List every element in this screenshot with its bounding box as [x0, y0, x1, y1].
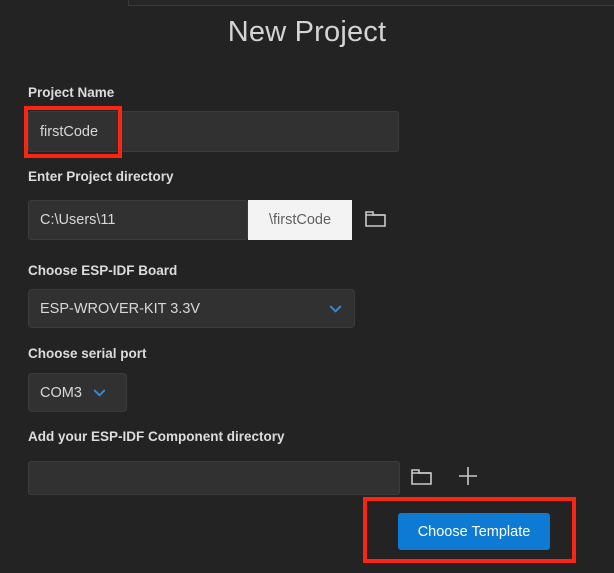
page-title: New Project [0, 16, 614, 49]
project-directory-browse-button[interactable] [363, 207, 389, 233]
component-directory-add-button[interactable] [455, 465, 481, 491]
board-label: Choose ESP-IDF Board [28, 263, 177, 278]
project-name-label: Project Name [28, 85, 114, 100]
serial-port-label: Choose serial port [28, 346, 147, 361]
folder-icon [410, 466, 434, 491]
component-directory-label: Add your ESP-IDF Component directory [28, 429, 285, 444]
serial-port-select-value: COM3 [40, 385, 82, 401]
board-select[interactable]: ESP-WROVER-KIT 3.3V [28, 289, 355, 328]
window-top-edge [128, 0, 614, 6]
plus-icon [456, 464, 480, 493]
choose-template-button[interactable]: Choose Template [398, 513, 550, 550]
serial-port-select[interactable]: COM3 [28, 373, 127, 412]
chevron-down-icon [92, 385, 107, 400]
project-directory-suffix: \firstCode [248, 200, 352, 240]
project-directory-label: Enter Project directory [28, 169, 174, 184]
component-directory-browse-button[interactable] [409, 465, 435, 491]
project-directory-input[interactable] [28, 200, 248, 240]
component-directory-input[interactable] [28, 461, 400, 495]
new-project-window: New Project Project Name Enter Project d… [0, 0, 614, 573]
board-select-value: ESP-WROVER-KIT 3.3V [40, 301, 318, 317]
folder-icon [364, 208, 388, 233]
chevron-down-icon [328, 301, 343, 316]
project-name-input[interactable] [28, 111, 399, 152]
